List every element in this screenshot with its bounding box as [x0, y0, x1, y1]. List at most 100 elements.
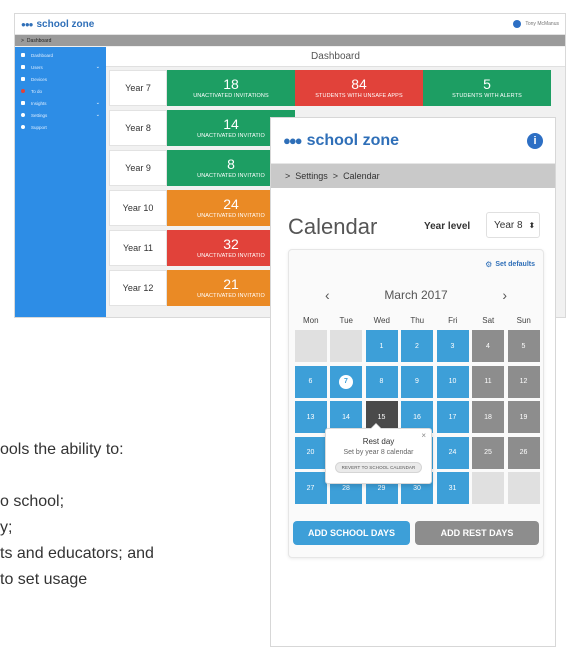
- day-popup: × Rest day Set by year 8 calendar REVERT…: [325, 423, 432, 484]
- desktop-header: ●●● school zone Tony McManus: [15, 14, 565, 35]
- desktop-user-name: Tony McManus: [525, 21, 559, 27]
- day-number: 9: [415, 378, 419, 385]
- calendar-day[interactable]: 7: [330, 365, 362, 398]
- calendar-day[interactable]: 25: [472, 436, 504, 469]
- desktop-user-menu[interactable]: Tony McManus: [513, 20, 559, 28]
- sidebar-item-dashboard[interactable]: Dashboard: [15, 49, 106, 61]
- weekday-label: Tue: [339, 316, 354, 325]
- stat-number: 14: [223, 116, 239, 132]
- set-defaults-label: Set defaults: [495, 261, 535, 268]
- sidebar-item-settings[interactable]: Settings ⌄: [15, 109, 106, 121]
- sidebar-item-support[interactable]: Support: [15, 121, 106, 133]
- users-icon: [21, 65, 25, 69]
- weekday-label: Thu: [410, 316, 425, 325]
- calendar-day[interactable]: 6: [294, 365, 327, 398]
- calendar-day[interactable]: 3: [436, 330, 469, 362]
- select-arrows-icon: ⬍: [528, 220, 536, 230]
- year-label[interactable]: Year 10: [109, 190, 167, 226]
- chevron-right-icon: >: [332, 171, 339, 181]
- mobile-logo[interactable]: ●●● school zone: [283, 132, 399, 150]
- breadcrumb-settings[interactable]: Settings: [295, 171, 328, 181]
- sidebar-item-devices[interactable]: Devices: [15, 73, 106, 85]
- year-row: Year 11 32 UNACTIVATED INVITATIO: [109, 230, 295, 266]
- day-number: 5: [521, 342, 526, 350]
- revert-to-school-calendar-button[interactable]: REVERT TO SCHOOL CALENDAR: [334, 462, 423, 473]
- sidebar-item-todo[interactable]: To do: [15, 85, 106, 97]
- calendar-day[interactable]: 9: [401, 365, 433, 398]
- gear-icon: ⚙: [485, 260, 493, 269]
- body-line-4: ts and educators; and: [0, 545, 154, 562]
- sidebar-item-label: Dashboard: [31, 52, 54, 58]
- day-number: 2: [415, 342, 419, 350]
- dashboard-icon: [21, 53, 25, 57]
- year-label[interactable]: Year 8: [109, 110, 167, 146]
- calendar-day[interactable]: 2: [401, 330, 433, 362]
- stat-tile[interactable]: 5 STUDENTS WITH ALERTS: [423, 70, 551, 106]
- calendar-day[interactable]: 12: [507, 365, 540, 398]
- sidebar-item-users[interactable]: Users ⌄: [15, 61, 106, 73]
- help-icon: [21, 125, 25, 129]
- year-label[interactable]: Year 12: [109, 270, 167, 306]
- weekday-label: Fri: [448, 316, 458, 325]
- add-school-days-button[interactable]: ADD SCHOOL DAYS: [293, 521, 410, 545]
- close-icon[interactable]: ×: [421, 431, 426, 440]
- calendar-day[interactable]: 20: [294, 436, 327, 469]
- page-title: Calendar: [288, 214, 378, 239]
- calendar-day[interactable]: 19: [507, 401, 540, 433]
- desktop-sidebar: Dashboard Users ⌄ Devices To do Insights ⌄…: [15, 47, 106, 317]
- calendar-day[interactable]: 24: [436, 436, 469, 469]
- calendar-day[interactable]: 5: [507, 330, 540, 362]
- stat-tile[interactable]: 18 UNACTIVATED INVITATIONS: [167, 70, 295, 106]
- calendar-day[interactable]: 11: [472, 365, 504, 398]
- page: ools the ability to: o school; y; ts and…: [0, 0, 570, 647]
- set-defaults-link[interactable]: ⚙ Set defaults: [485, 260, 535, 269]
- day-number: 20: [306, 449, 315, 456]
- sidebar-item-label: Settings: [31, 112, 48, 118]
- year-label[interactable]: Year 9: [109, 150, 167, 186]
- calendar-day[interactable]: 4: [472, 330, 504, 362]
- insights-icon: [21, 101, 25, 105]
- year-row: Year 12 21 UNACTIVATED INVITATIO: [109, 270, 295, 306]
- sidebar-item-label: Users: [31, 64, 43, 70]
- stat-number: 24: [223, 196, 239, 212]
- year-label[interactable]: Year 7: [109, 70, 167, 106]
- desktop-logo[interactable]: ●●● school zone: [21, 19, 94, 30]
- calendar-day[interactable]: 31: [436, 472, 469, 504]
- day-number: 24: [448, 449, 457, 456]
- calendar-day[interactable]: 27: [294, 472, 327, 504]
- sidebar-item-label: To do: [31, 88, 43, 94]
- calendar-day[interactable]: 26: [507, 436, 540, 469]
- day-number: 17: [448, 413, 457, 421]
- mobile-logo-text: school zone: [306, 131, 400, 149]
- calendar-day[interactable]: 18: [472, 401, 504, 433]
- add-rest-days-button[interactable]: ADD REST DAYS: [415, 521, 539, 545]
- year-row: Year 9 8 UNACTIVATED INVITATIO: [109, 150, 295, 186]
- weekday-header: Mon Tue Wed Thu Fri Sat Sun: [293, 316, 542, 325]
- day-number: 13: [306, 413, 315, 421]
- day-number: 15: [377, 413, 386, 421]
- desktop-logo-text: school zone: [36, 18, 95, 30]
- chevron-left-icon[interactable]: ‹: [325, 287, 330, 303]
- stat-label: UNACTIVATED INVITATIO: [197, 253, 265, 259]
- body-line-2: o school;: [0, 493, 65, 510]
- year-label[interactable]: Year 11: [109, 230, 167, 266]
- people-icon: ●●●: [21, 19, 33, 29]
- month-label: March 2017: [384, 288, 448, 302]
- year-level-select[interactable]: Year 8 ⬍: [486, 212, 540, 238]
- calendar-day[interactable]: 10: [436, 365, 469, 398]
- calendar-day[interactable]: 17: [436, 401, 469, 433]
- stat-number: 21: [223, 276, 239, 292]
- sidebar-item-insights[interactable]: Insights ⌄: [15, 97, 106, 109]
- day-number: 19: [519, 413, 528, 421]
- info-icon[interactable]: i: [527, 132, 543, 149]
- chevron-down-icon: ⌄: [95, 64, 100, 70]
- calendar-day[interactable]: 8: [365, 365, 398, 398]
- day-number: 12: [519, 378, 528, 385]
- stat-tile[interactable]: 84 STUDENTS WITH UNSAFE APPS: [295, 70, 423, 106]
- today-marker: 7: [339, 374, 353, 389]
- calendar-day[interactable]: 13: [294, 401, 327, 433]
- desktop-breadcrumb-label[interactable]: Dashboard: [27, 38, 51, 44]
- calendar-day[interactable]: 1: [365, 330, 398, 362]
- breadcrumb-calendar[interactable]: Calendar: [343, 171, 380, 181]
- chevron-right-icon[interactable]: ›: [502, 287, 507, 303]
